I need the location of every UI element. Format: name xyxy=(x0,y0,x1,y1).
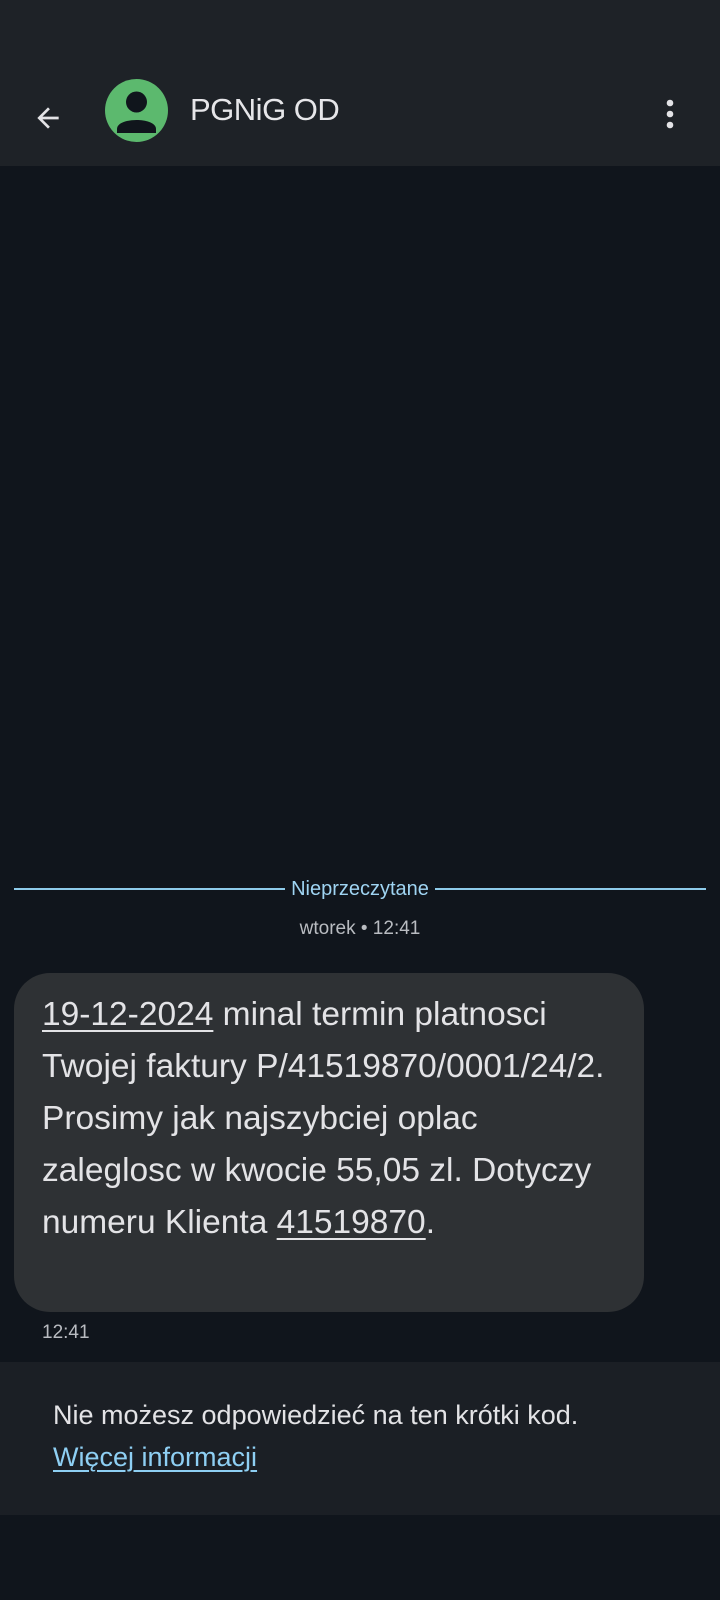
reply-disabled-footer: Nie możesz odpowiedzieć na ten krótki ko… xyxy=(0,1362,720,1515)
message-text: 19-12-2024 minal termin platnosci Twojej… xyxy=(42,989,618,1249)
app-bar: PGNiG OD xyxy=(0,70,720,166)
more-options-button[interactable] xyxy=(642,86,698,142)
date-header: wtorek • 12:41 xyxy=(299,918,421,939)
contact-name[interactable]: PGNiG OD xyxy=(190,92,340,128)
more-info-link[interactable]: Więcej informacji xyxy=(53,1442,257,1473)
reply-disabled-notice: Nie możesz odpowiedzieć na ten krótki ko… xyxy=(53,1400,579,1430)
client-number-link[interactable]: 41519870 xyxy=(277,1204,426,1241)
divider-line-right xyxy=(434,888,706,890)
more-vertical-icon xyxy=(666,99,674,129)
person-icon xyxy=(117,91,156,133)
divider-line-left xyxy=(14,888,286,890)
date-link[interactable]: 19-12-2024 xyxy=(42,996,213,1033)
status-bar xyxy=(0,0,720,70)
avatar[interactable] xyxy=(105,79,168,142)
message-bubble[interactable]: 19-12-2024 minal termin platnosci Twojej… xyxy=(14,973,644,1312)
message-body-part2: . xyxy=(425,1204,436,1241)
arrow-back-icon xyxy=(37,107,59,129)
message-timestamp: 12:41 xyxy=(42,1322,90,1343)
navigation-bar xyxy=(0,1515,720,1600)
unread-divider: Nieprzeczytane xyxy=(14,876,706,902)
unread-label: Nieprzeczytane xyxy=(291,877,429,900)
back-button[interactable] xyxy=(20,90,76,146)
